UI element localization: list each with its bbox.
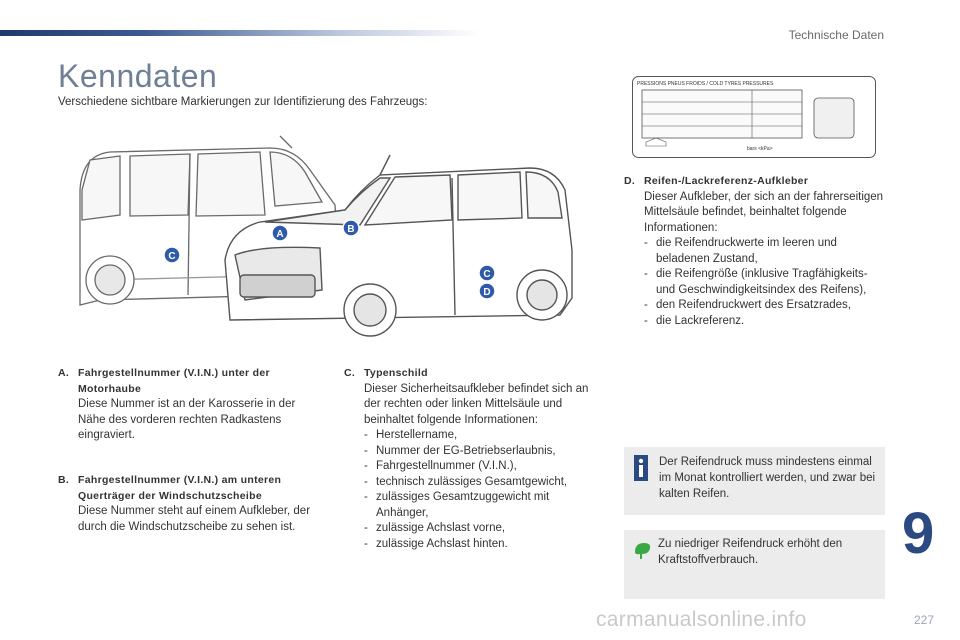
item-a-letter: A. xyxy=(58,367,70,379)
item-c-body: Dieser Sicherheitsaufkleber befindet sic… xyxy=(364,382,589,426)
item-c-letter: C. xyxy=(344,367,356,379)
item-b: B. Fahrgestellnummer (V.I.N.) am unteren… xyxy=(58,473,323,535)
item-d-title: Reifen-/Lackreferenz-Aufkleber xyxy=(644,175,809,187)
marker-c-front-label: C xyxy=(483,269,490,280)
tyre-pressure-label-illustration: PRESSIONS PNEUS FROIDS / COLD TYRES PRES… xyxy=(632,76,876,158)
list-item: zulässige Achslast hinten. xyxy=(364,537,599,553)
marker-c-front: C xyxy=(478,264,496,282)
marker-b-label: B xyxy=(347,224,354,235)
info-box-text: Der Reifendruck muss mindestens einmal i… xyxy=(659,456,876,500)
tyre-label-unit: bars <kPa> xyxy=(747,146,773,152)
marker-c-rear: C xyxy=(163,246,181,264)
vehicle-illustration: A B C C D xyxy=(79,135,573,337)
item-d: D. Reifen-/Lackreferenz-Aufkleber Dieser… xyxy=(624,174,884,329)
item-d-list: die Reifendruckwerte im leeren und belad… xyxy=(624,236,884,329)
chapter-number: 9 xyxy=(902,501,935,566)
item-b-letter: B. xyxy=(58,474,70,486)
list-item: Herstellername, xyxy=(364,428,599,444)
page-title: Kenndaten xyxy=(58,58,218,94)
marker-d: D xyxy=(478,282,496,300)
page-subtitle: Verschiedene sichtbare Markierungen zur … xyxy=(58,96,428,108)
item-d-letter: D. xyxy=(624,175,636,187)
eco-box-text: Zu niedriger Reifendruck erhöht den Kraf… xyxy=(658,538,843,566)
item-b-body: Diese Nummer steht auf einem Aufkleber, … xyxy=(78,505,311,533)
marker-c-rear-label: C xyxy=(168,251,175,262)
info-icon xyxy=(634,455,648,481)
item-a-body: Diese Nummer ist an der Karosserie in de… xyxy=(78,398,296,441)
header-gradient-bar xyxy=(0,30,480,36)
item-c-title: Typenschild xyxy=(364,367,428,379)
list-item: zulässige Achslast vorne, xyxy=(364,521,599,537)
page-number: 227 xyxy=(914,613,935,627)
marker-b: B xyxy=(342,219,360,237)
eco-box: Zu niedriger Reifendruck erhöht den Kraf… xyxy=(624,530,885,599)
list-item: den Reifendruckwert des Ersatzrades, xyxy=(644,298,884,314)
marker-a: A xyxy=(271,224,289,242)
list-item: die Reifengröße (inklusive Tragfähigkeit… xyxy=(644,267,884,298)
list-item: die Reifendruckwerte im leeren und belad… xyxy=(644,236,884,267)
list-item: Fahrgestellnummer (V.I.N.), xyxy=(364,459,599,475)
marker-a-label: A xyxy=(276,229,283,240)
watermark: carmanualsonline.info xyxy=(596,608,807,631)
item-a: A. Fahrgestellnummer (V.I.N.) unter der … xyxy=(58,366,323,444)
item-d-body: Dieser Aufkleber, der sich an der fahrer… xyxy=(644,190,884,234)
section-label: Technische Daten xyxy=(788,28,884,42)
item-b-title: Fahrgestellnummer (V.I.N.) am unteren Qu… xyxy=(78,474,282,502)
tyre-label-header: PRESSIONS PNEUS FROIDS / COLD TYRES PRES… xyxy=(637,81,774,87)
item-c: C. Typenschild Dieser Sicherheitsaufkleb… xyxy=(344,366,599,552)
marker-d-label: D xyxy=(483,287,490,298)
item-c-list: Herstellername, Nummer der EG-Betriebser… xyxy=(344,428,599,552)
item-a-title: Fahrgestellnummer (V.I.N.) unter der Mot… xyxy=(78,367,270,395)
list-item: Nummer der EG-Betriebserlaubnis, xyxy=(364,444,599,460)
info-box: Der Reifendruck muss mindestens einmal i… xyxy=(624,447,885,515)
list-item: technisch zulässiges Gesamtgewicht, xyxy=(364,475,599,491)
list-item: die Lackreferenz. xyxy=(644,314,884,330)
list-item: zulässiges Gesamtzuggewicht mit Anhänger… xyxy=(364,490,599,521)
eco-leaf-icon xyxy=(635,543,651,559)
